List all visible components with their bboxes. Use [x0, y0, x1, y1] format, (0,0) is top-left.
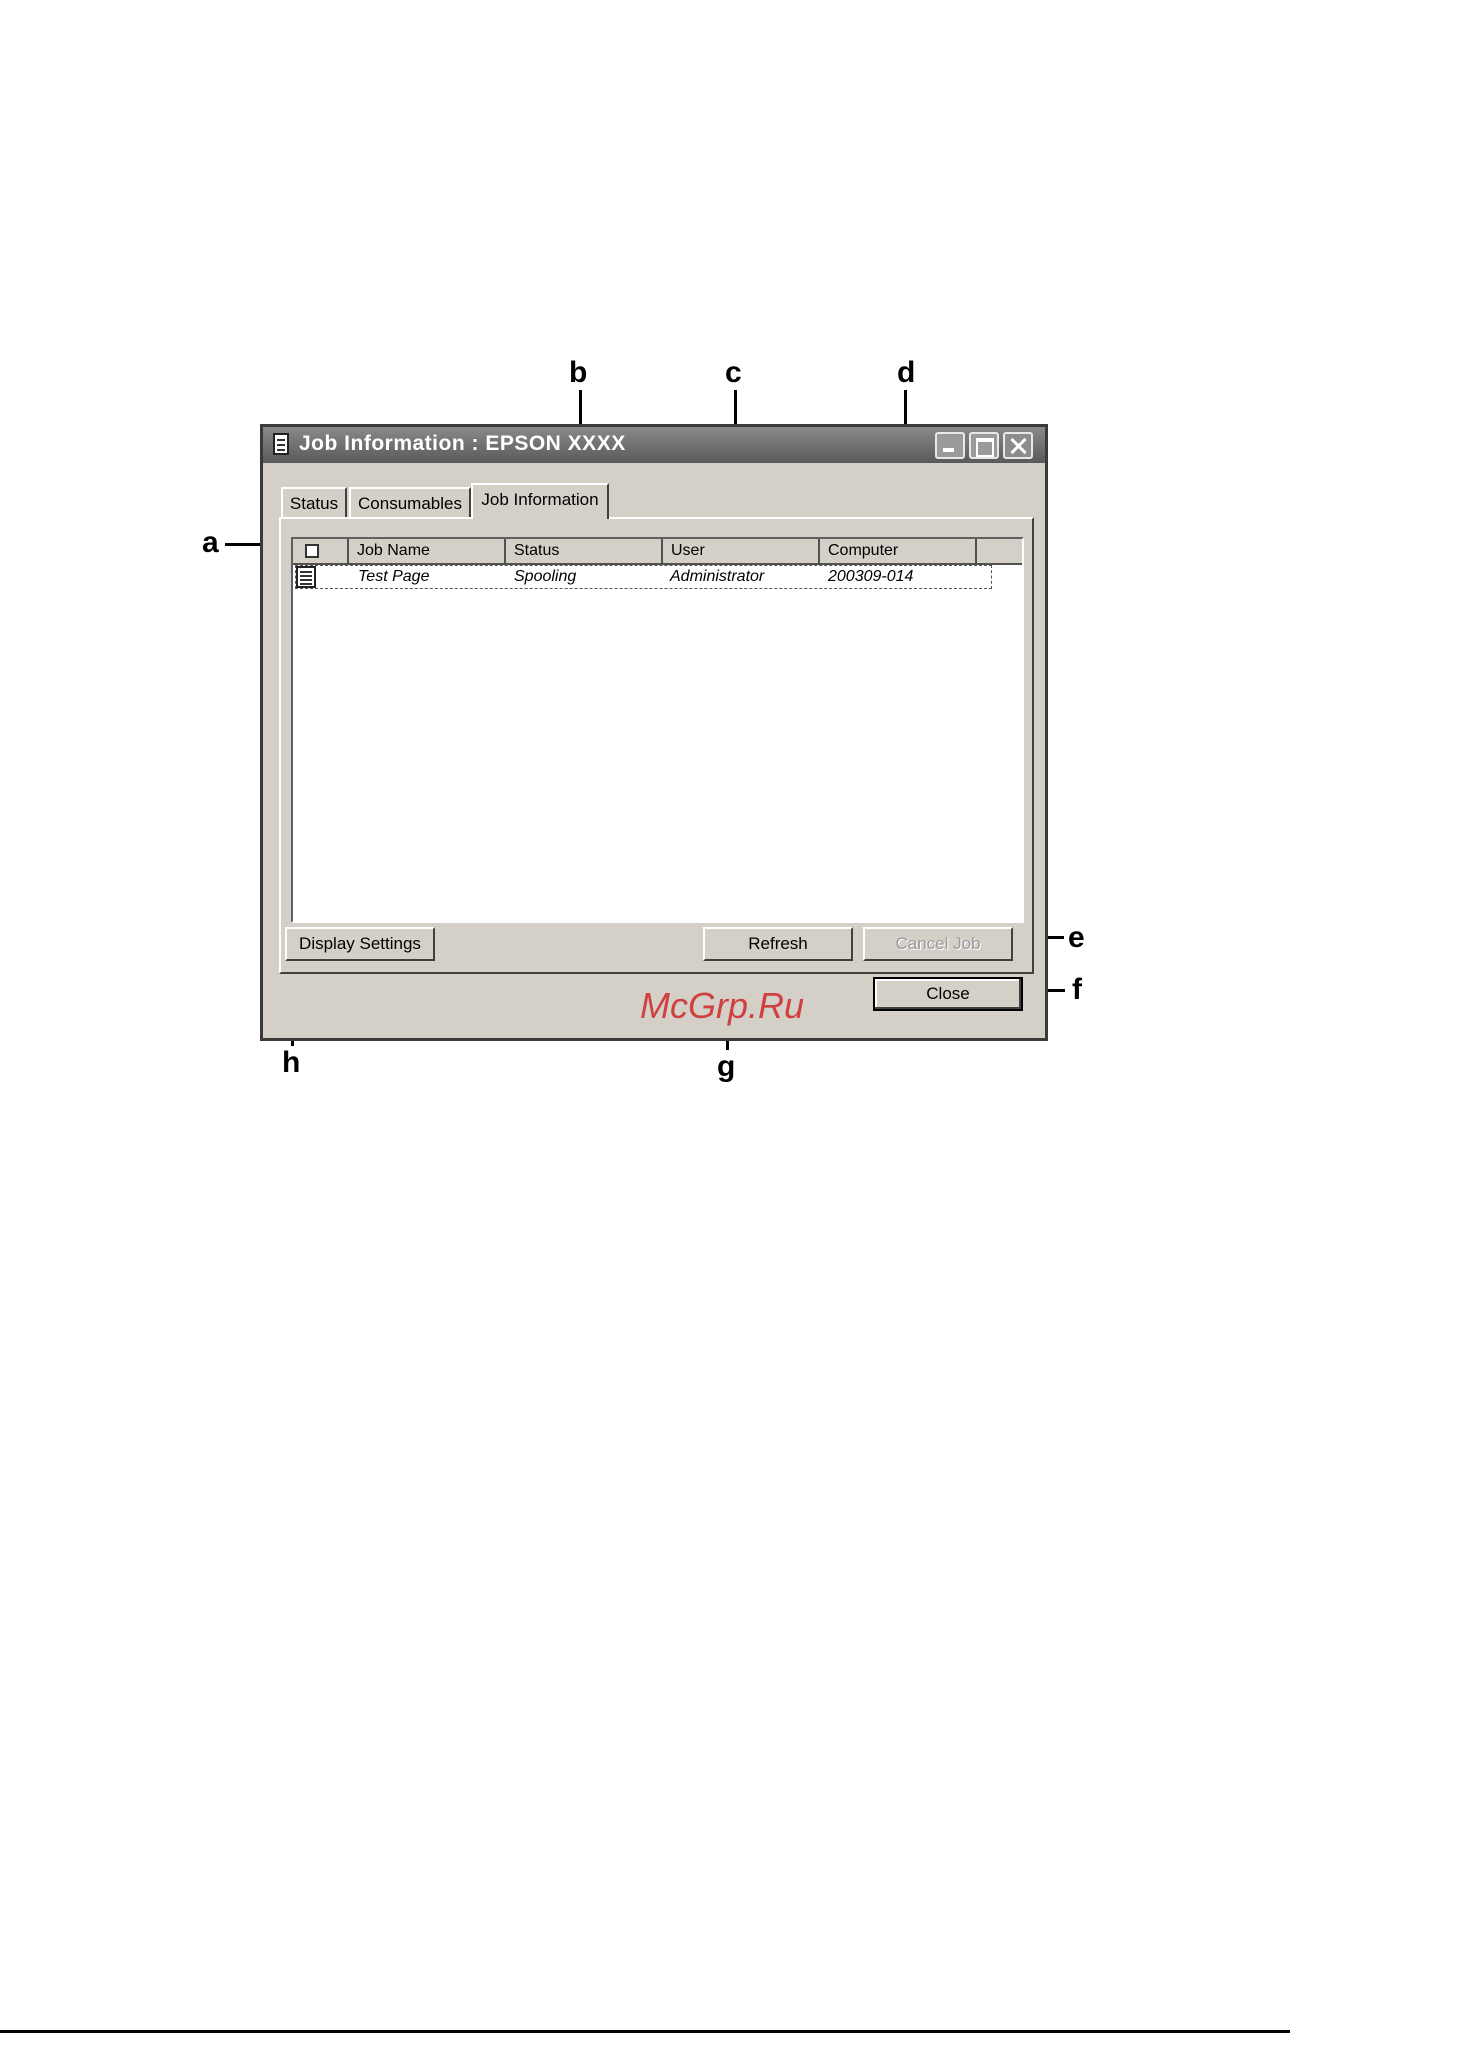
job-list[interactable]: Job Name Status User Computer Test Page … [291, 537, 1024, 923]
column-header-job-name[interactable]: Job Name [349, 539, 506, 565]
column-header-filler [977, 539, 1022, 565]
callout-c: c [725, 356, 742, 389]
document-icon [305, 544, 319, 558]
cancel-job-button[interactable]: Cancel Job [863, 927, 1013, 961]
column-header-status[interactable]: Status [506, 539, 663, 565]
close-window-button[interactable] [1003, 432, 1033, 459]
cell-status: Spooling [514, 568, 577, 585]
maximize-button[interactable] [969, 432, 999, 459]
column-header-user[interactable]: User [663, 539, 820, 565]
refresh-button[interactable]: Refresh [703, 927, 853, 961]
watermark: McGrp.Ru [640, 985, 805, 1026]
callout-e: e [1068, 921, 1085, 954]
callout-g: g [717, 1050, 736, 1083]
cell-job-name: Test Page [358, 568, 430, 585]
job-information-window: Job Information : EPSON XXXX Status Cons… [260, 424, 1048, 1041]
printer-document-icon [273, 433, 289, 455]
callout-b: b [569, 356, 588, 389]
window-title: Job Information : EPSON XXXX [299, 432, 626, 455]
close-button[interactable]: Close [873, 977, 1023, 1011]
callout-f: f [1072, 973, 1082, 1006]
tab-status[interactable]: Status [281, 487, 347, 517]
table-row[interactable]: Test Page Spooling Administrator 200309-… [295, 565, 992, 589]
display-settings-button[interactable]: Display Settings [285, 927, 435, 961]
cell-computer: 200309-014 [828, 568, 914, 585]
callout-d: d [897, 356, 916, 389]
print-job-icon [296, 566, 316, 588]
callout-h: h [282, 1046, 301, 1079]
callout-a: a [202, 526, 219, 559]
footer-rule [0, 2030, 1290, 2033]
tab-job-information[interactable]: Job Information [471, 483, 609, 519]
column-header-icon[interactable] [293, 539, 349, 565]
column-header-computer[interactable]: Computer [820, 539, 977, 565]
title-bar[interactable]: Job Information : EPSON XXXX [263, 427, 1045, 463]
tab-consumables[interactable]: Consumables [349, 487, 471, 517]
cell-user: Administrator [670, 568, 765, 585]
minimize-button[interactable] [935, 432, 965, 459]
